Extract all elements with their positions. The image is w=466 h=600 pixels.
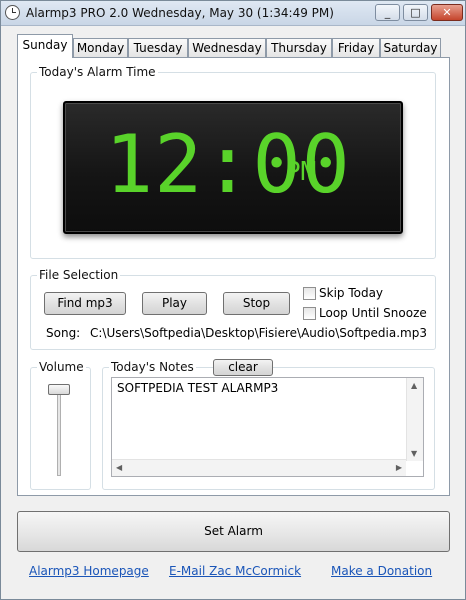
skip-today-label[interactable]: Skip Today (319, 286, 383, 300)
title-bar: Alarmp3 PRO 2.0 Wednesday, May 30 (1:34:… (1, 1, 465, 26)
window-title: Alarmp3 PRO 2.0 Wednesday, May 30 (1:34:… (26, 6, 334, 20)
maximize-icon: □ (410, 6, 421, 19)
minimize-button[interactable]: _ (375, 4, 400, 21)
play-button[interactable]: Play (142, 292, 207, 315)
notes-label: Today's Notes (109, 360, 196, 374)
volume-slider-track[interactable] (57, 390, 61, 476)
volume-slider-thumb[interactable] (48, 384, 70, 395)
tab-tuesday[interactable]: Tuesday (128, 38, 188, 57)
homepage-link[interactable]: Alarmp3 Homepage (29, 564, 149, 578)
notes-text: SOFTPEDIA TEST ALARMP3 (117, 381, 279, 395)
song-path: C:\Users\Softpedia\Desktop\Fisiere\Audio… (90, 326, 427, 340)
close-button[interactable]: ✕ (431, 4, 463, 21)
tab-sunday[interactable]: Sunday (17, 34, 73, 58)
scroll-right-icon[interactable]: ▶ (396, 463, 402, 472)
digital-clock-display: 12:00 PM (63, 101, 403, 234)
alarm-time-label: Today's Alarm Time (37, 65, 158, 79)
email-link[interactable]: E-Mail Zac McCormick (169, 564, 301, 578)
skip-today-checkbox[interactable] (303, 287, 316, 300)
find-mp3-button[interactable]: Find mp3 (44, 292, 126, 315)
notes-textarea[interactable]: SOFTPEDIA TEST ALARMP3 ▲ ▼ ◀ ▶ (111, 377, 424, 477)
scroll-up-icon[interactable]: ▲ (411, 381, 417, 390)
loop-until-snooze-label[interactable]: Loop Until Snooze (319, 306, 427, 320)
clock-icon[interactable] (5, 5, 20, 20)
minimize-icon: _ (384, 6, 391, 19)
tab-saturday[interactable]: Saturday (380, 38, 441, 57)
clear-notes-button[interactable]: clear (213, 359, 273, 376)
loop-until-snooze-checkbox[interactable] (303, 307, 316, 320)
clock-ampm: PM (285, 157, 317, 187)
tab-monday[interactable]: Monday (73, 38, 128, 57)
tab-wednesday[interactable]: Wednesday (188, 38, 266, 57)
volume-label: Volume (37, 360, 86, 374)
set-alarm-button[interactable]: Set Alarm (17, 511, 450, 552)
file-selection-label: File Selection (37, 268, 121, 282)
stop-button[interactable]: Stop (223, 292, 290, 315)
tab-friday[interactable]: Friday (332, 38, 380, 57)
donate-link[interactable]: Make a Donation (331, 564, 432, 578)
app-window: Alarmp3 PRO 2.0 Wednesday, May 30 (1:34:… (0, 0, 466, 600)
scroll-down-icon[interactable]: ▼ (411, 449, 417, 458)
scroll-left-icon[interactable]: ◀ (116, 463, 122, 472)
tab-thursday[interactable]: Thursday (266, 38, 332, 57)
notes-horizontal-scrollbar[interactable]: ◀ ▶ (112, 459, 406, 476)
close-icon: ✕ (442, 6, 452, 19)
notes-vertical-scrollbar[interactable]: ▲ ▼ (406, 378, 423, 461)
song-label: Song: (46, 326, 81, 340)
maximize-button[interactable]: □ (403, 4, 428, 21)
